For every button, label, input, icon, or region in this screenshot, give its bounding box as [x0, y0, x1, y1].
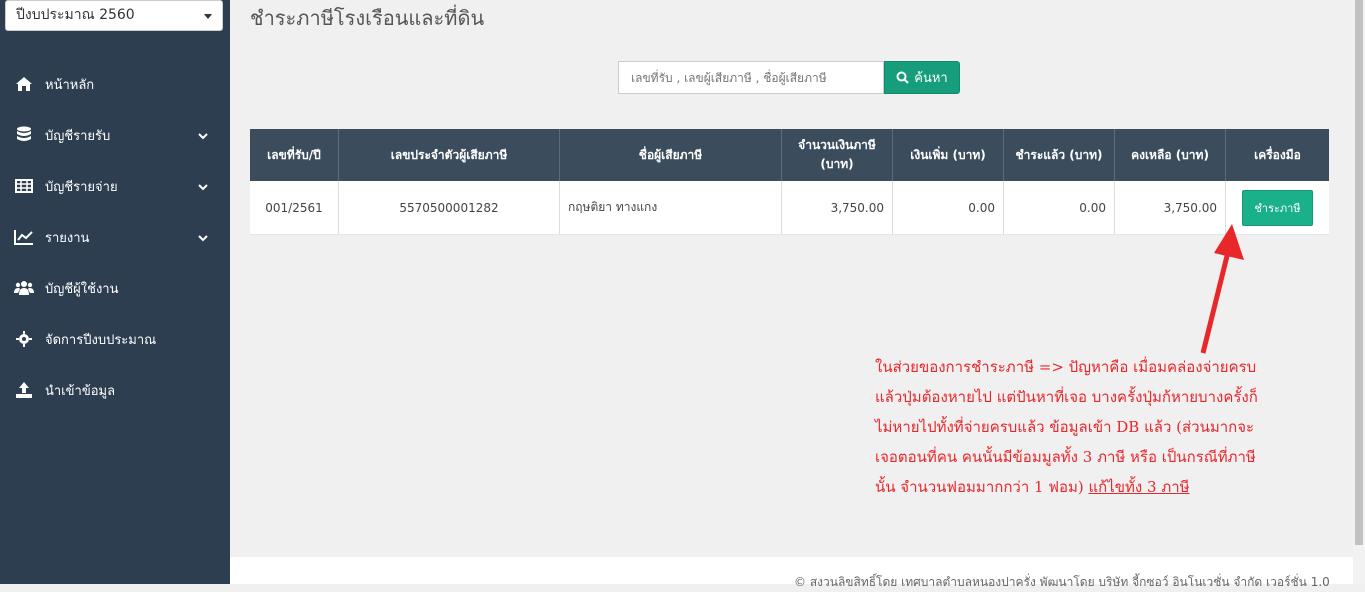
col-header-name: ชื่อผู้เสียภาษี: [559, 129, 782, 181]
col-header-balance: คงเหลือ (บาท): [1114, 129, 1226, 181]
sidebar-item-report[interactable]: รายงาน: [0, 217, 230, 257]
col-header-surcharge: เงินเพิ่ม (บาท): [892, 129, 1004, 181]
sidebar-item-label: บัญชีรายจ่าย: [45, 179, 118, 195]
database-icon: [14, 126, 34, 144]
cell-paid: 0.00: [1003, 181, 1115, 235]
chevron-down-icon: [198, 232, 208, 247]
sidebar-item-import[interactable]: นำเข้าข้อมูล: [0, 370, 230, 410]
table-icon: [14, 179, 34, 193]
users-icon: [14, 280, 34, 296]
home-icon: [14, 76, 34, 92]
fiscal-year-select[interactable]: ปีงบประมาณ 2560: [5, 0, 223, 31]
sidebar-item-label: หน้าหลัก: [45, 77, 95, 93]
chevron-down-icon: [198, 130, 208, 145]
annotation-arrow-icon: [1200, 224, 1244, 354]
upload-icon: [14, 382, 34, 398]
main-content: ชำระภาษีโรงเรือนและที่ดิน ค้นหา เลขที่รั…: [230, 0, 1353, 589]
col-header-amount: จำนวนเงินภาษี (บาท): [781, 129, 893, 181]
sidebar-item-income[interactable]: บัญชีรายรับ: [0, 115, 230, 155]
cell-amount: 3,750.00: [781, 181, 893, 235]
search-input[interactable]: [618, 61, 884, 94]
sidebar-item-users[interactable]: บัญชีผู้ใช้งาน: [0, 268, 230, 308]
scrollbar-thumb[interactable]: [1355, 0, 1363, 545]
sidebar-item-label: บัญชีรายรับ: [45, 128, 111, 144]
col-header-receipt: เลขที่รับ/ปี: [250, 129, 339, 181]
sidebar-item-label: จัดการปีงบประมาณ: [45, 332, 157, 348]
footer: © สงวนลิขสิทธิ์โดย เทศบาลตำบลหนองปาครั่ง…: [230, 557, 1353, 589]
sidebar-item-home[interactable]: หน้าหลัก: [0, 64, 230, 104]
col-header-tax-id: เลขประจำตัวผู้เสียภาษี: [338, 129, 560, 181]
chevron-down-icon: [198, 181, 208, 196]
search-icon: [896, 71, 910, 84]
caret-down-icon: [204, 14, 212, 19]
annotation-underlined: แก้ไขทั้ง 3 ภาษี: [1088, 478, 1190, 496]
footer-text: © สงวนลิขสิทธิ์โดย เทศบาลตำบลหนองปาครั่ง…: [794, 575, 1330, 589]
gear-icon: [14, 331, 34, 347]
sidebar-item-expense[interactable]: บัญชีรายจ่าย: [0, 166, 230, 206]
line-chart-icon: [14, 229, 34, 245]
sidebar-item-label: นำเข้าข้อมูล: [45, 383, 116, 399]
fiscal-year-value: ปีงบประมาณ 2560: [16, 7, 135, 23]
scrollbar[interactable]: [1353, 0, 1365, 584]
sidebar-item-label: บัญชีผู้ใช้งาน: [45, 281, 119, 297]
sidebar-item-label: รายงาน: [45, 230, 90, 246]
cell-name: กฤษติยา ทางแกง: [559, 181, 782, 235]
cell-tax-id: 5570500001282: [338, 181, 560, 235]
col-header-paid: ชำระแล้ว (บาท): [1003, 129, 1115, 181]
table-row: 001/2561 5570500001282 กฤษติยา ทางแกง 3,…: [250, 181, 1329, 235]
annotation-note: ในส่วยของการชำระภาษี => ปัญหาคือ เมื่อมค…: [875, 352, 1275, 502]
sidebar: ปีงบประมาณ 2560 หน้าหลัก บัญชีรายรับ บัญ…: [0, 0, 230, 584]
table-header-row: เลขที่รับ/ปี เลขประจำตัวผู้เสียภาษี ชื่อ…: [250, 129, 1329, 181]
col-header-tools: เครื่องมือ: [1225, 129, 1329, 181]
cell-receipt: 001/2561: [250, 181, 339, 235]
cell-surcharge: 0.00: [892, 181, 1004, 235]
pay-tax-button[interactable]: ชำระภาษี: [1242, 189, 1313, 226]
search-button[interactable]: ค้นหา: [884, 61, 960, 94]
tax-table: เลขที่รับ/ปี เลขประจำตัวผู้เสียภาษี ชื่อ…: [250, 129, 1329, 235]
search-button-label: ค้นหา: [914, 71, 948, 86]
page-title: ชำระภาษีโรงเรือนและที่ดิน: [250, 6, 485, 30]
annotation-text: ในส่วยของการชำระภาษี => ปัญหาคือ เมื่อมค…: [875, 358, 1258, 496]
sidebar-item-fiscal-year[interactable]: จัดการปีงบประมาณ: [0, 319, 230, 359]
